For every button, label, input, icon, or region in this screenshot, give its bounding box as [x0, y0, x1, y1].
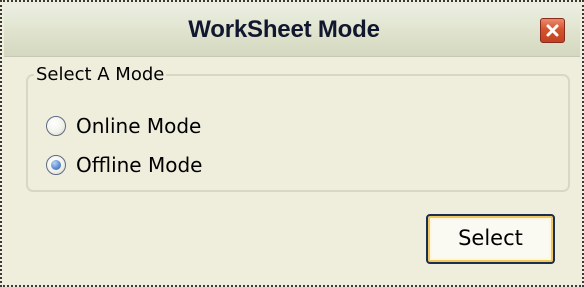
offline-mode-option[interactable]: Offline Mode — [46, 151, 202, 179]
offline-mode-radio[interactable] — [46, 155, 66, 175]
online-mode-option[interactable]: Online Mode — [46, 112, 201, 140]
select-button[interactable]: Select — [426, 214, 555, 264]
online-mode-label[interactable]: Online Mode — [76, 112, 201, 140]
worksheet-mode-dialog: WorkSheet Mode Select A Mode Online Mode… — [0, 0, 584, 287]
close-button[interactable] — [540, 18, 565, 43]
close-icon — [546, 24, 559, 37]
mode-group-label: Select A Mode — [34, 63, 167, 87]
offline-mode-label[interactable]: Offline Mode — [76, 151, 202, 179]
online-mode-radio[interactable] — [46, 116, 66, 136]
dialog-title: WorkSheet Mode — [188, 16, 380, 43]
title-bar[interactable]: WorkSheet Mode — [4, 4, 580, 57]
